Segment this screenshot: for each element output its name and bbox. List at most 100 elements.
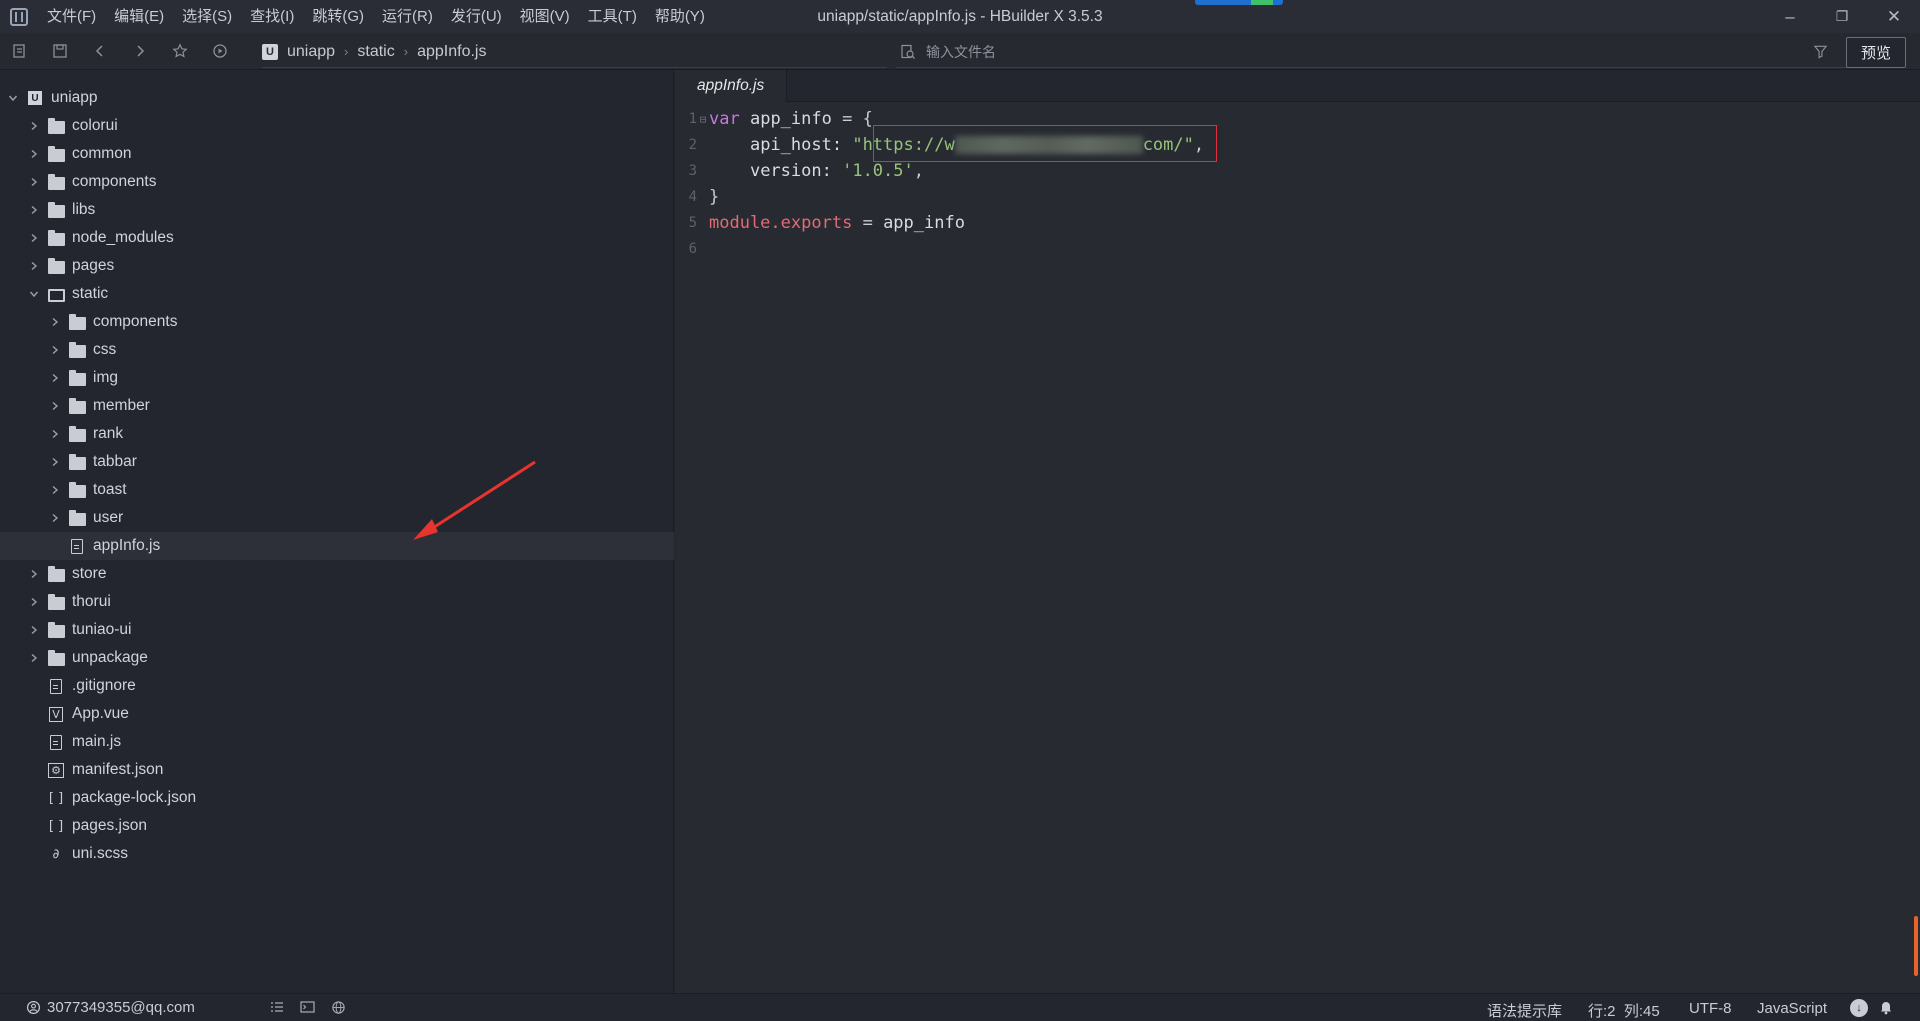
run-icon[interactable] — [206, 37, 234, 65]
chevron-down-icon[interactable] — [6, 93, 20, 103]
tree-item-label: tuniao-ui — [72, 621, 132, 638]
menu-tools[interactable]: 工具(T) — [579, 0, 646, 33]
chevron-right-icon[interactable] — [27, 569, 41, 579]
menu-select[interactable]: 选择(S) — [173, 0, 241, 33]
chevron-right-icon[interactable] — [27, 233, 41, 243]
scroll-position-marker[interactable] — [1914, 916, 1918, 976]
new-file-icon[interactable] — [6, 37, 34, 65]
file-encoding[interactable]: UTF-8 — [1689, 1000, 1732, 1017]
chevron-right-icon[interactable] — [48, 429, 62, 439]
search-divider — [896, 67, 1856, 68]
tree-item-label: static — [72, 285, 109, 302]
tree-item[interactable]: components — [0, 308, 674, 336]
tree-item[interactable]: libs — [0, 196, 674, 224]
vertical-scrollbar[interactable] — [1911, 102, 1920, 993]
chevron-right-icon[interactable] — [27, 653, 41, 663]
bell-icon[interactable] — [1879, 999, 1893, 1018]
forward-icon[interactable] — [126, 37, 154, 65]
cursor-position[interactable]: 行:2 列:45 — [1588, 1000, 1660, 1021]
tree-item[interactable]: ∂ uni.scss — [0, 840, 674, 868]
chevron-right-icon[interactable] — [48, 457, 62, 467]
globe-icon[interactable] — [331, 1000, 346, 1018]
tree-item[interactable]: node_modules — [0, 224, 674, 252]
minimize-button[interactable]: – — [1764, 0, 1816, 33]
tab-appinfo-js[interactable]: appInfo.js — [675, 70, 788, 102]
chevron-right-icon[interactable] — [48, 345, 62, 355]
chevron-right-icon[interactable] — [48, 513, 62, 523]
menu-run[interactable]: 运行(R) — [373, 0, 442, 33]
breadcrumb-item-uniapp[interactable]: uniapp — [287, 43, 335, 61]
tree-item[interactable]: member — [0, 392, 674, 420]
tree-item[interactable]: [ ] pages.json — [0, 812, 674, 840]
menu-goto[interactable]: 跳转(G) — [303, 0, 373, 33]
menu-view[interactable]: 视图(V) — [511, 0, 579, 33]
save-icon[interactable] — [46, 37, 74, 65]
menu-edit[interactable]: 编辑(E) — [105, 0, 173, 33]
tree-item[interactable]: store — [0, 560, 674, 588]
tree-item[interactable]: appInfo.js — [0, 532, 674, 560]
fold-toggle-icon[interactable]: ⊟ — [697, 113, 709, 126]
tree-item[interactable]: thorui — [0, 588, 674, 616]
back-icon[interactable] — [86, 37, 114, 65]
close-button[interactable]: ✕ — [1868, 0, 1920, 33]
list-icon[interactable] — [270, 1000, 284, 1017]
star-icon[interactable] — [166, 37, 194, 65]
chevron-right-icon[interactable] — [27, 149, 41, 159]
chevron-right-icon[interactable] — [27, 121, 41, 131]
folder-icon — [47, 173, 65, 190]
chevron-right-icon[interactable] — [48, 317, 62, 327]
tree-item[interactable]: V App.vue — [0, 700, 674, 728]
account-info[interactable]: 3077349355@qq.com — [26, 999, 195, 1016]
tree-item-label: thorui — [72, 593, 111, 610]
tree-item[interactable]: .gitignore — [0, 672, 674, 700]
folder-icon — [68, 509, 86, 526]
tree-item[interactable]: main.js — [0, 728, 674, 756]
tree-item[interactable]: css — [0, 336, 674, 364]
chevron-right-icon[interactable] — [48, 485, 62, 495]
menu-help[interactable]: 帮助(Y) — [646, 0, 714, 33]
tree-item[interactable]: ⚙ manifest.json — [0, 756, 674, 784]
tree-item[interactable]: static — [0, 280, 674, 308]
language-mode[interactable]: JavaScript — [1757, 1000, 1827, 1017]
tree-item[interactable]: components — [0, 168, 674, 196]
tree-item[interactable]: img — [0, 364, 674, 392]
chevron-right-icon[interactable] — [27, 205, 41, 215]
download-icon[interactable]: ↓ — [1850, 999, 1868, 1017]
filter-icon[interactable] — [1806, 37, 1834, 65]
code-line-6: 6 — [675, 236, 1875, 262]
uniapp-project-icon: U — [262, 43, 278, 60]
file-manifest-icon: ⚙ — [47, 762, 65, 778]
line-number: 2 — [688, 137, 697, 153]
file-scss-icon: ∂ — [52, 846, 60, 862]
tree-root-uniapp[interactable]: U uniapp — [0, 84, 674, 112]
tree-item[interactable]: common — [0, 140, 674, 168]
chevron-right-icon[interactable] — [27, 177, 41, 187]
chevron-right-icon[interactable] — [48, 373, 62, 383]
file-search-field[interactable]: 输入文件名 — [900, 33, 1760, 70]
breadcrumb-item-static[interactable]: static — [357, 43, 394, 61]
tree-item[interactable]: user — [0, 504, 674, 532]
menu-find[interactable]: 查找(I) — [241, 0, 303, 33]
tree-item[interactable]: [ ] package-lock.json — [0, 784, 674, 812]
menu-file[interactable]: 文件(F) — [38, 0, 105, 33]
chevron-right-icon[interactable] — [48, 401, 62, 411]
chevron-right-icon[interactable] — [27, 261, 41, 271]
tree-item[interactable]: colorui — [0, 112, 674, 140]
maximize-button[interactable]: ❐ — [1816, 0, 1868, 33]
chevron-right-icon[interactable] — [27, 625, 41, 635]
tree-item[interactable]: pages — [0, 252, 674, 280]
tree-item[interactable]: unpackage — [0, 644, 674, 672]
chevron-down-icon[interactable] — [27, 289, 41, 299]
syntax-library-link[interactable]: 语法提示库 — [1487, 1000, 1562, 1021]
tree-item[interactable]: tuniao-ui — [0, 616, 674, 644]
tree-item[interactable]: toast — [0, 476, 674, 504]
terminal-icon[interactable] — [300, 1000, 315, 1017]
folder-icon — [47, 257, 65, 274]
preview-button[interactable]: 预览 — [1846, 37, 1906, 68]
tree-item-label: uniapp — [51, 89, 98, 106]
tree-item[interactable]: tabbar — [0, 448, 674, 476]
chevron-right-icon[interactable] — [27, 597, 41, 607]
tree-item[interactable]: rank — [0, 420, 674, 448]
breadcrumb-item-file[interactable]: appInfo.js — [417, 43, 486, 61]
menu-publish[interactable]: 发行(U) — [442, 0, 511, 33]
